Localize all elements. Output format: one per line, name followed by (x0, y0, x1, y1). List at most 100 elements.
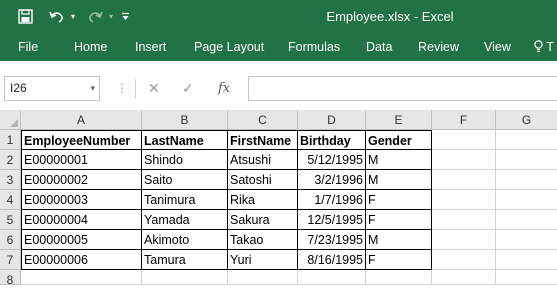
column-header-f[interactable]: F (432, 110, 496, 130)
cell-b3[interactable]: Saito (142, 170, 228, 190)
redo-icon[interactable] (84, 0, 106, 33)
row-header-2[interactable]: 2 (0, 150, 21, 170)
cell-c5[interactable]: Sakura (228, 210, 298, 230)
cell-c2[interactable]: Atsushi (228, 150, 298, 170)
row-header-1[interactable]: 1 (0, 130, 21, 150)
cell-c7[interactable]: Yuri (228, 250, 298, 270)
formula-bar-divider (135, 79, 136, 99)
cell-a7[interactable]: E00000006 (21, 250, 142, 270)
cell-f6[interactable] (432, 230, 496, 250)
cell-d8[interactable] (298, 270, 366, 285)
cell-d3[interactable]: 3/2/1996 (298, 170, 366, 190)
undo-icon[interactable] (46, 0, 68, 33)
cell-f1[interactable] (432, 130, 496, 150)
ribbon-tabs: File Home Insert Page Layout Formulas Da… (0, 33, 557, 61)
select-all-button[interactable] (0, 110, 21, 130)
cell-e4[interactable]: F (366, 190, 432, 210)
customize-qat-icon[interactable] (118, 0, 132, 33)
cell-g2[interactable] (496, 150, 557, 170)
column-header-c[interactable]: C (228, 110, 298, 130)
enter-icon[interactable]: ✓ (182, 76, 194, 101)
cell-b7[interactable]: Tamura (142, 250, 228, 270)
cell-d1[interactable]: Birthday (298, 130, 366, 150)
cell-g8[interactable] (496, 270, 557, 285)
tab-review[interactable]: Review (418, 33, 459, 61)
tab-formulas[interactable]: Formulas (288, 33, 340, 61)
cell-a4[interactable]: E00000003 (21, 190, 142, 210)
cell-f3[interactable] (432, 170, 496, 190)
cell-f4[interactable] (432, 190, 496, 210)
undo-dropdown-icon[interactable]: ▾ (68, 0, 78, 33)
tell-me-label: T (546, 40, 554, 54)
name-box[interactable]: I26 ▾ (4, 76, 100, 101)
cell-b5[interactable]: Yamada (142, 210, 228, 230)
cell-f7[interactable] (432, 250, 496, 270)
cell-f5[interactable] (432, 210, 496, 230)
cell-e1[interactable]: Gender (366, 130, 432, 150)
cell-e6[interactable]: M (366, 230, 432, 250)
cell-a1[interactable]: EmployeeNumber (21, 130, 142, 150)
row-header-7[interactable]: 7 (0, 250, 21, 270)
column-header-d[interactable]: D (298, 110, 366, 130)
cell-g5[interactable] (496, 210, 557, 230)
cell-e2[interactable]: M (366, 150, 432, 170)
row-header-5[interactable]: 5 (0, 210, 21, 230)
cell-d4[interactable]: 1/7/1996 (298, 190, 366, 210)
cell-f2[interactable] (432, 150, 496, 170)
column-header-e[interactable]: E (366, 110, 432, 130)
cell-a6[interactable]: E00000005 (21, 230, 142, 250)
cell-a8[interactable] (21, 270, 142, 285)
column-header-g[interactable]: G (496, 110, 557, 130)
redo-dropdown-icon[interactable]: ▾ (106, 0, 116, 33)
cancel-icon[interactable]: ✕ (148, 76, 160, 101)
cell-b4[interactable]: Tanimura (142, 190, 228, 210)
cell-a2[interactable]: E00000001 (21, 150, 142, 170)
cell-g3[interactable] (496, 170, 557, 190)
row-header-6[interactable]: 6 (0, 230, 21, 250)
cell-d7[interactable]: 8/16/1995 (298, 250, 366, 270)
cell-a5[interactable]: E00000004 (21, 210, 142, 230)
cell-e3[interactable]: M (366, 170, 432, 190)
cell-d2[interactable]: 5/12/1995 (298, 150, 366, 170)
tab-insert[interactable]: Insert (135, 33, 166, 61)
formula-bar-grip-icon[interactable]: ⋮ (116, 76, 128, 101)
cell-c6[interactable]: Takao (228, 230, 298, 250)
worksheet-grid: A B C D E F G 1 2 3 4 5 6 7 8 EmployeeNu… (0, 110, 557, 287)
cell-c3[interactable]: Satoshi (228, 170, 298, 190)
cell-c8[interactable] (228, 270, 298, 285)
row-header-3[interactable]: 3 (0, 170, 21, 190)
cell-c1[interactable]: FirstName (228, 130, 298, 150)
row-header-4[interactable]: 4 (0, 190, 21, 210)
column-header-b[interactable]: B (142, 110, 228, 130)
lightbulb-icon (534, 40, 543, 53)
cell-a3[interactable]: E00000002 (21, 170, 142, 190)
cell-e8[interactable] (366, 270, 432, 285)
tell-me-search[interactable]: T (534, 33, 554, 61)
cell-e5[interactable]: F (366, 210, 432, 230)
cell-c4[interactable]: Rika (228, 190, 298, 210)
cell-e7[interactable]: F (366, 250, 432, 270)
cell-g4[interactable] (496, 190, 557, 210)
cell-d5[interactable]: 12/5/1995 (298, 210, 366, 230)
tab-home[interactable]: Home (74, 33, 107, 61)
tab-data[interactable]: Data (366, 33, 392, 61)
cell-f8[interactable] (432, 270, 496, 285)
formula-input[interactable] (248, 76, 557, 101)
title-bar: ▾ ▾ Employee.xlsx - Excel (0, 0, 557, 33)
insert-function-button[interactable]: fx (218, 76, 230, 101)
cell-b8[interactable] (142, 270, 228, 285)
tab-page-layout[interactable]: Page Layout (194, 33, 264, 61)
cell-b1[interactable]: LastName (142, 130, 228, 150)
column-header-a[interactable]: A (21, 110, 142, 130)
tab-file[interactable]: File (18, 33, 38, 61)
name-box-dropdown-icon[interactable]: ▾ (90, 77, 95, 100)
cell-d6[interactable]: 7/23/1995 (298, 230, 366, 250)
cell-g1[interactable] (496, 130, 557, 150)
tab-view[interactable]: View (484, 33, 511, 61)
cell-b2[interactable]: Shindo (142, 150, 228, 170)
row-header-8[interactable]: 8 (0, 270, 21, 287)
save-icon[interactable] (14, 0, 36, 33)
cell-b6[interactable]: Akimoto (142, 230, 228, 250)
cell-g7[interactable] (496, 250, 557, 270)
cell-g6[interactable] (496, 230, 557, 250)
